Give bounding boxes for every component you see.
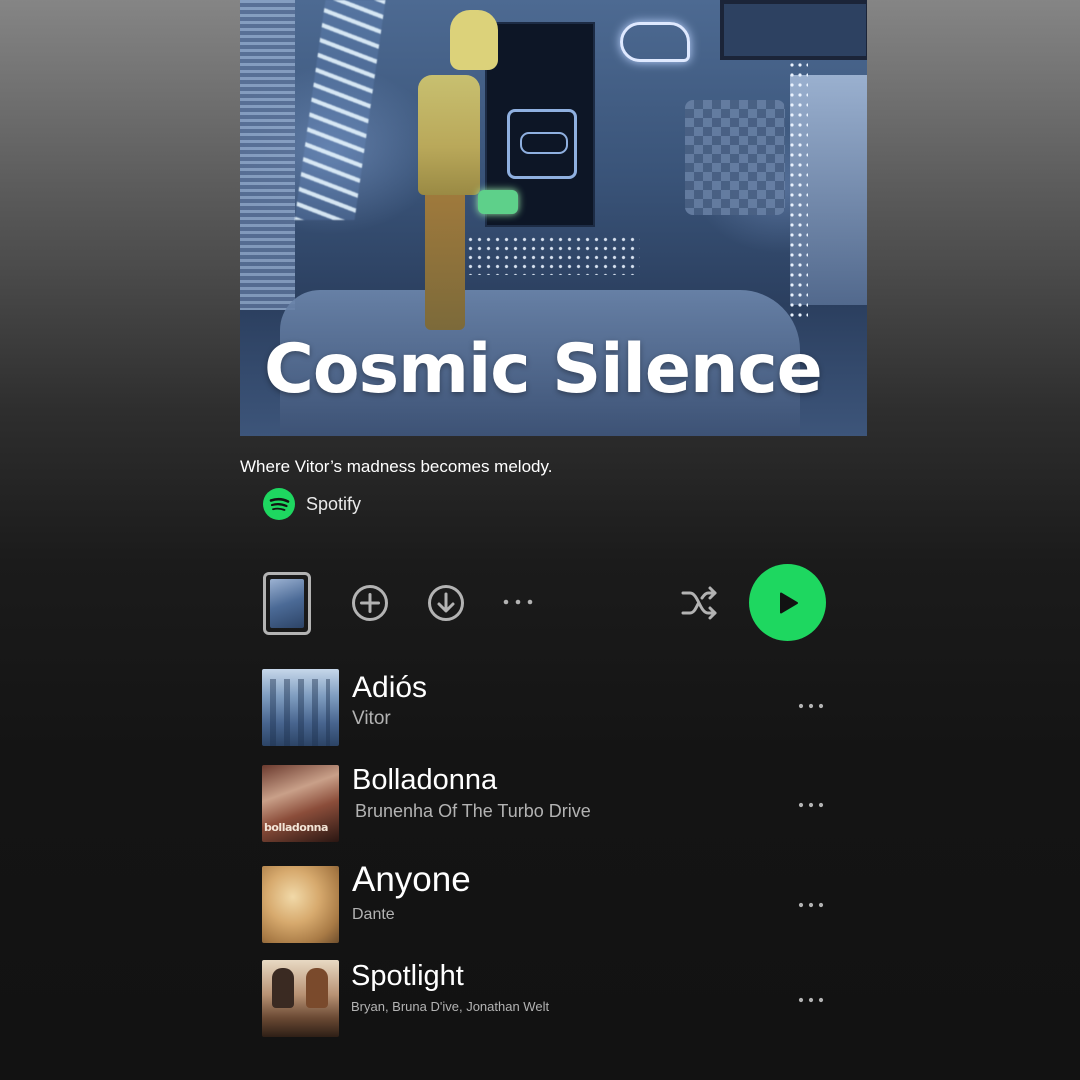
track-artist: Vitor bbox=[352, 708, 391, 729]
cassette-graphic bbox=[507, 109, 577, 179]
more-icon bbox=[503, 599, 533, 605]
person-body bbox=[418, 75, 480, 195]
wall-frame bbox=[720, 0, 867, 60]
track-more-icon[interactable] bbox=[796, 900, 826, 910]
track-more-icon[interactable] bbox=[796, 701, 826, 711]
neon-light-strip bbox=[294, 0, 386, 220]
track-artist: Bryan, Bruna D'ive, Jonathan Welt bbox=[351, 999, 550, 1014]
playlist-owner[interactable]: Spotify bbox=[263, 488, 361, 520]
track-artist: Dante bbox=[352, 906, 395, 923]
add-circle-icon bbox=[352, 585, 388, 621]
owner-name: Spotify bbox=[306, 493, 362, 514]
track-row[interactable]: Bolladonna Brunenha Of The Turbo Drive bbox=[262, 764, 842, 843]
fairy-lights-vertical bbox=[788, 60, 808, 320]
add-button[interactable] bbox=[350, 583, 390, 623]
download-button[interactable] bbox=[426, 583, 466, 623]
play-button[interactable] bbox=[749, 564, 826, 641]
track-title: Bolladonna bbox=[352, 764, 498, 796]
track-artwork bbox=[262, 765, 339, 842]
spotify-logo-icon bbox=[263, 488, 295, 520]
neon-sign bbox=[620, 22, 690, 62]
track-title: Spotlight bbox=[351, 960, 464, 992]
shuffle-icon bbox=[681, 586, 717, 620]
download-icon bbox=[428, 585, 464, 621]
track-row[interactable]: Adiós Vitor bbox=[262, 669, 842, 747]
play-icon bbox=[779, 592, 798, 613]
track-artwork bbox=[262, 960, 339, 1037]
shuffle-button[interactable] bbox=[680, 583, 720, 623]
track-title: Anyone bbox=[352, 860, 471, 899]
track-row[interactable]: Anyone Dante bbox=[262, 860, 842, 944]
playlist-preview-button[interactable] bbox=[263, 572, 311, 635]
track-more-icon[interactable] bbox=[796, 800, 826, 810]
photo-board bbox=[685, 100, 785, 215]
track-artwork bbox=[262, 866, 339, 943]
playlist-title: Cosmic Silence bbox=[264, 330, 823, 409]
more-options-button[interactable] bbox=[498, 590, 538, 614]
playlist-description: Where Vitor’s madness becomes melody. bbox=[240, 457, 553, 476]
track-artist: Brunenha Of The Turbo Drive bbox=[355, 801, 591, 821]
person-legs bbox=[425, 190, 465, 330]
playlist-cover: Cosmic Silence bbox=[240, 0, 867, 436]
handheld-gadget bbox=[478, 190, 518, 214]
track-title: Adiós bbox=[352, 671, 428, 704]
track-artwork bbox=[262, 669, 339, 746]
person-head bbox=[450, 10, 498, 70]
track-row[interactable]: Spotlight Bryan, Bruna D'ive, Jonathan W… bbox=[262, 960, 842, 1038]
window-blinds bbox=[240, 0, 295, 310]
track-more-icon[interactable] bbox=[796, 995, 826, 1005]
preview-thumbnail bbox=[270, 579, 304, 628]
